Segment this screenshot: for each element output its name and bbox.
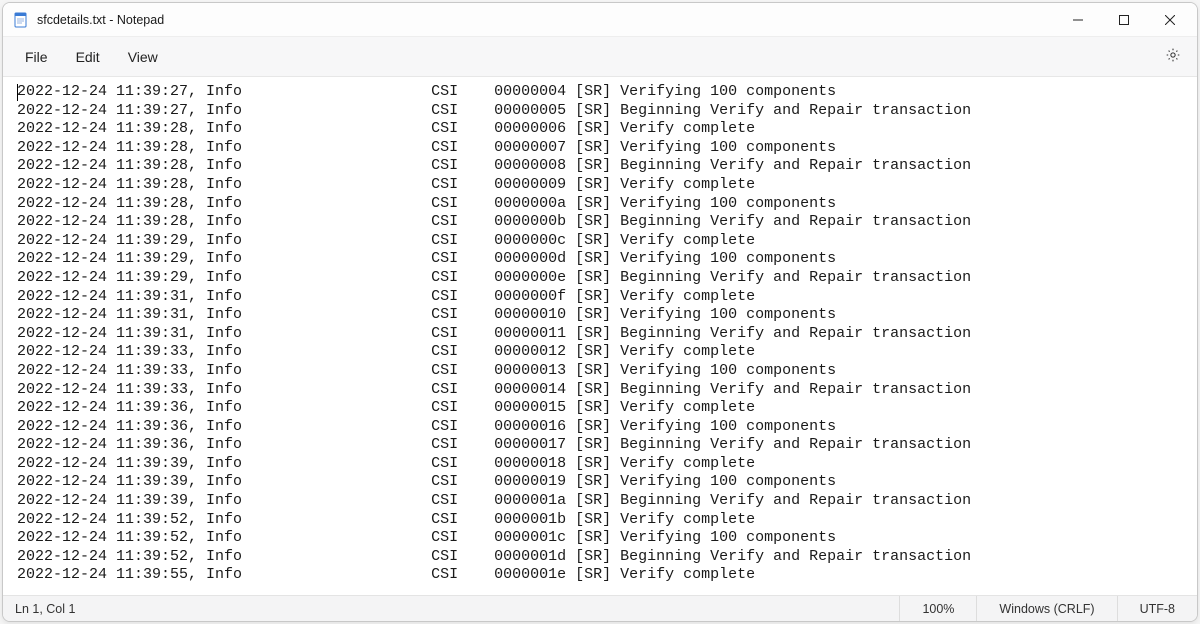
- menu-file[interactable]: File: [11, 43, 62, 71]
- menubar: File Edit View: [3, 37, 1197, 77]
- notepad-window: sfcdetails.txt - Notepad File Edit View: [2, 2, 1198, 622]
- titlebar[interactable]: sfcdetails.txt - Notepad: [3, 3, 1197, 37]
- encoding: UTF-8: [1117, 596, 1197, 621]
- line-ending: Windows (CRLF): [976, 596, 1116, 621]
- menu-edit[interactable]: Edit: [62, 43, 114, 71]
- settings-button[interactable]: [1157, 41, 1189, 73]
- menu-view[interactable]: View: [114, 43, 172, 71]
- text-area[interactable]: 2022-12-24 11:39:27, Info CSI 00000004 […: [3, 77, 1197, 595]
- cursor-position: Ln 1, Col 1: [3, 602, 899, 616]
- close-button[interactable]: [1147, 3, 1193, 37]
- gear-icon: [1165, 47, 1181, 66]
- maximize-button[interactable]: [1101, 3, 1147, 37]
- window-title: sfcdetails.txt - Notepad: [37, 13, 164, 27]
- log-body: 2022-12-24 11:39:27, Info CSI 00000004 […: [17, 83, 1195, 585]
- notepad-icon: [13, 12, 29, 28]
- statusbar: Ln 1, Col 1 100% Windows (CRLF) UTF-8: [3, 595, 1197, 621]
- zoom-level[interactable]: 100%: [899, 596, 976, 621]
- minimize-button[interactable]: [1055, 3, 1101, 37]
- window-controls: [1055, 3, 1193, 37]
- text-caret: [17, 84, 18, 101]
